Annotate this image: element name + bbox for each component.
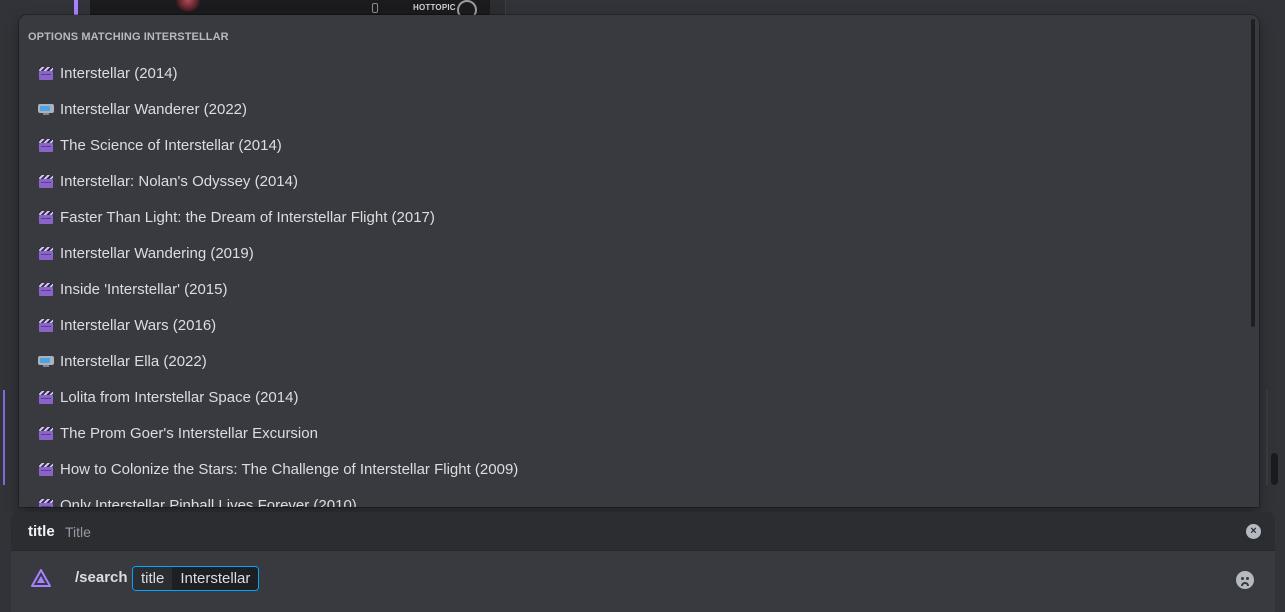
option-label: Interstellar: Nolan's Odyssey (2014) [60, 172, 298, 190]
option-item[interactable]: Interstellar Ella (2022) [23, 343, 1247, 379]
option-label: The Prom Goer's Interstellar Excursion [60, 424, 318, 442]
movie-clapper-icon [38, 425, 54, 441]
chat-scrollbar-thumb[interactable] [1271, 453, 1278, 485]
movie-clapper-icon [38, 137, 54, 153]
command-input-area: title Title × /search title Interstellar [11, 512, 1275, 612]
embed-accent-bar [74, 0, 78, 16]
option-item[interactable]: Interstellar Wanderer (2022) [23, 91, 1247, 127]
parameter-description: Title [65, 524, 91, 540]
option-item[interactable]: Only Interstellar Pinball Lives Forever … [23, 487, 1247, 507]
option-item[interactable]: The Science of Interstellar (2014) [23, 127, 1247, 163]
option-item[interactable]: How to Colonize the Stars: The Challenge… [23, 451, 1247, 487]
app-triangle-icon [31, 569, 51, 587]
option-label: Interstellar Wandering (2019) [60, 244, 254, 262]
option-label: Interstellar Wars (2016) [60, 316, 217, 334]
option-item[interactable]: Interstellar (2014) [23, 55, 1247, 91]
embed-brand-hottopic: HOTTOPIC [413, 3, 456, 12]
emoji-eye-left [1241, 577, 1244, 580]
movie-clapper-icon [38, 317, 54, 333]
movie-clapper-icon [38, 245, 54, 261]
option-label: Only Interstellar Pinball Lives Forever … [60, 496, 357, 508]
option-label: Interstellar Wanderer (2022) [60, 100, 248, 118]
movie-clapper-icon [38, 389, 54, 405]
emoji-picker-icon[interactable] [1236, 571, 1254, 589]
parameter-info-bar: title Title × [11, 512, 1275, 551]
parameter-pill-name: title [133, 567, 173, 590]
option-label: Interstellar (2014) [60, 64, 178, 82]
command-name: /search [75, 569, 128, 586]
command-parameter-pill[interactable]: title Interstellar [132, 566, 260, 591]
option-item[interactable]: Interstellar Wars (2016) [23, 307, 1247, 343]
command-input-row[interactable]: /search title Interstellar [11, 552, 1275, 612]
tv-icon [38, 353, 54, 369]
embed-image-highlight [176, 0, 200, 12]
close-icon[interactable]: × [1246, 524, 1261, 539]
movie-clapper-icon [38, 497, 54, 507]
option-label: The Science of Interstellar (2014) [60, 136, 282, 154]
popup-scrollbar-thumb[interactable] [1251, 19, 1255, 327]
emoji-eye-right [1246, 577, 1249, 580]
parameter-name: title [28, 523, 55, 540]
option-label: Interstellar Ella (2022) [60, 352, 207, 370]
option-label: How to Colonize the Stars: The Challenge… [60, 460, 519, 478]
option-item[interactable]: The Prom Goer's Interstellar Excursion [23, 415, 1247, 451]
tv-icon [38, 101, 54, 117]
movie-clapper-icon [38, 461, 54, 477]
parameter-pill-value[interactable]: Interstellar [172, 567, 259, 590]
option-item[interactable]: Inside 'Interstellar' (2015) [23, 271, 1247, 307]
option-item[interactable]: Lolita from Interstellar Space (2014) [23, 379, 1247, 415]
embed-brand-badge [372, 3, 378, 13]
autocomplete-popup: OPTIONS MATCHING INTERSTELLAR Interstell… [19, 15, 1259, 507]
movie-clapper-icon [38, 65, 54, 81]
movie-clapper-icon [38, 209, 54, 225]
option-label: Inside 'Interstellar' (2015) [60, 280, 228, 298]
popup-header: OPTIONS MATCHING INTERSTELLAR [28, 31, 229, 43]
emoji-mouth [1241, 582, 1249, 586]
message-highlight-bar [3, 390, 5, 485]
embed-brand-seal [457, 0, 477, 16]
option-label: Lolita from Interstellar Space (2014) [60, 388, 299, 406]
embed-image[interactable]: HOTTOPIC [90, 0, 490, 16]
embed-frame-edge [490, 0, 506, 16]
option-item[interactable]: Interstellar Wandering (2019) [23, 235, 1247, 271]
option-item[interactable]: Interstellar: Nolan's Odyssey (2014) [23, 163, 1247, 199]
movie-clapper-icon [38, 173, 54, 189]
options-list: Interstellar (2014) Interstellar Wanderer… [19, 55, 1251, 507]
option-item[interactable]: Faster Than Light: the Dream of Interste… [23, 199, 1247, 235]
message-right-edge [1266, 390, 1268, 485]
movie-clapper-icon [38, 281, 54, 297]
option-label: Faster Than Light: the Dream of Interste… [60, 208, 435, 226]
